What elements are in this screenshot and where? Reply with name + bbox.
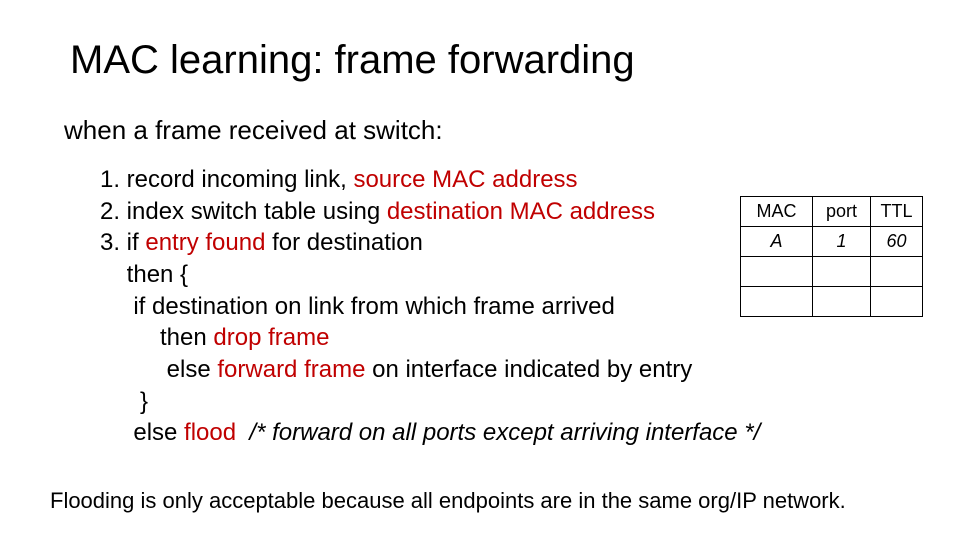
- table-row: [741, 287, 923, 317]
- body-line-9: else flood /* forward on all ports excep…: [100, 417, 920, 449]
- table-header-ttl: TTL: [871, 197, 923, 227]
- body-line-1: 1. record incoming link, source MAC addr…: [100, 164, 920, 196]
- table-row: [741, 257, 923, 287]
- table-cell-empty: [871, 257, 923, 287]
- switch-table: MAC port TTL A 1 60: [740, 196, 923, 317]
- table-header-mac: MAC: [741, 197, 813, 227]
- body-line-7: else forward frame on interface indicate…: [100, 354, 920, 386]
- body-line-8: }: [100, 386, 920, 418]
- slide-footer: Flooding is only acceptable because all …: [50, 488, 846, 514]
- body-line-6: then drop frame: [100, 322, 920, 354]
- table-header-row: MAC port TTL: [741, 197, 923, 227]
- table-row: A 1 60: [741, 227, 923, 257]
- slide-title: MAC learning: frame forwarding: [70, 38, 635, 83]
- table-cell-port: 1: [813, 227, 871, 257]
- table-cell-empty: [871, 287, 923, 317]
- table-cell-mac: A: [741, 227, 813, 257]
- table-cell-ttl: 60: [871, 227, 923, 257]
- table-cell-empty: [813, 287, 871, 317]
- table-cell-empty: [741, 287, 813, 317]
- table-cell-empty: [813, 257, 871, 287]
- table-cell-empty: [741, 257, 813, 287]
- slide-subtitle: when a frame received at switch:: [64, 115, 443, 146]
- table-header-port: port: [813, 197, 871, 227]
- slide: MAC learning: frame forwarding when a fr…: [0, 0, 960, 540]
